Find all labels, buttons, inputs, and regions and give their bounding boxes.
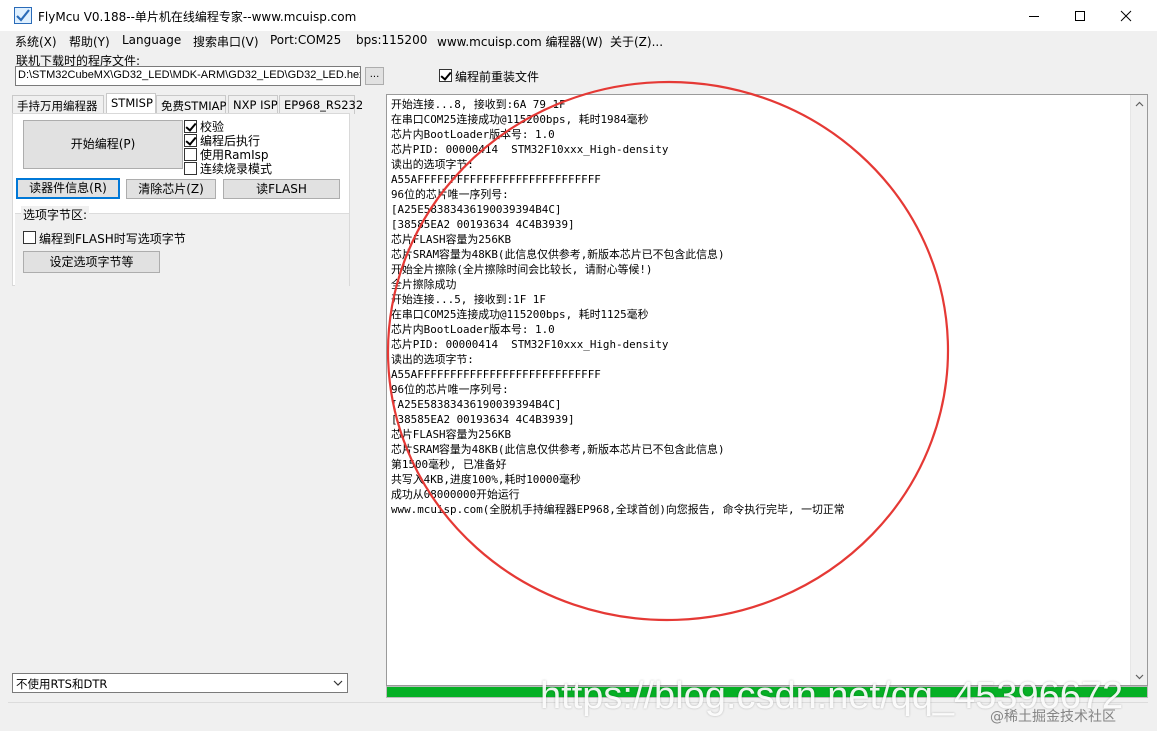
menu-port[interactable]: Port:COM25 [270,33,341,47]
log-output[interactable]: 开始连接...8, 接收到:6A 79 1F 在串口COM25连接成功@11520… [386,94,1148,686]
rts-dtr-select[interactable]: 不使用RTS和DTR [12,673,348,693]
continuous-mode-label: 连续烧录模式 [200,162,273,176]
log-line: 读出的选项字节: [391,353,474,366]
tab-nxp-isp[interactable]: NXP ISP [228,95,278,114]
title-bar: FlyMcu V0.188--单片机在线编程专家--www.mcuisp.com [0,0,1157,31]
log-line: A55AFFFFFFFFFFFFFFFFFFFFFFFFFFFF [391,368,601,381]
flymcu-window: FlyMcu V0.188--单片机在线编程专家--www.mcuisp.com… [0,0,1157,731]
minimize-icon [1029,15,1039,17]
scroll-down-icon[interactable] [1131,668,1147,685]
chevron-down-icon [330,675,346,691]
log-line: 在串口COM25连接成功@115200bps, 耗时1125毫秒 [391,308,649,321]
menu-help[interactable]: 帮助(Y) [69,33,110,50]
menu-search-port[interactable]: 搜索串口(V) [193,33,259,50]
use-ramisp-checkbox[interactable] [184,148,197,161]
tab-handheld-programmer[interactable]: 手持万用编程器 [12,95,104,114]
menu-language[interactable]: Language [122,33,181,47]
rts-dtr-select-value: 不使用RTS和DTR [16,677,108,691]
log-line: 芯片PID: 00000414 STM32F10xxx_High-density [391,143,669,156]
maximize-icon [1075,10,1085,21]
watermark-secondary-text: @稀土掘金技术社区 [990,709,1116,725]
maximize-button[interactable] [1057,0,1103,31]
log-line: www.mcuisp.com(全脱机手持编程器EP968,全球首创)向您报告, … [391,503,845,516]
log-line: [A25E58383436190039394B4C] [391,398,562,411]
write-option-bytes-checkbox[interactable] [23,231,36,244]
window-title: FlyMcu V0.188--单片机在线编程专家--www.mcuisp.com [38,10,357,24]
log-line: 芯片内BootLoader版本号: 1.0 [391,323,555,336]
reload-file-checkbox[interactable] [439,69,452,82]
log-line: 全片擦除成功 [391,278,457,291]
log-line: 开始连接...8, 接收到:6A 79 1F [391,98,566,111]
log-line: 芯片PID: 00000414 STM32F10xxx_High-density [391,338,669,351]
erase-chip-button[interactable]: 清除芯片(Z) [126,179,216,199]
log-line: 芯片内BootLoader版本号: 1.0 [391,128,555,141]
read-flash-button[interactable]: 读FLASH [223,179,340,199]
continuous-mode-checkbox[interactable] [184,162,197,175]
log-line: A55AFFFFFFFFFFFFFFFFFFFFFFFFFFFF [391,173,601,186]
log-line: 读出的选项字节: [391,158,474,171]
read-device-info-button[interactable]: 读器件信息(R) [16,178,120,199]
reload-file-label: 编程前重装文件 [455,70,540,84]
log-line: 成功从08000000开始运行 [391,488,520,501]
log-line: 96位的芯片唯一序列号: [391,383,509,396]
log-line: 在串口COM25连接成功@115200bps, 耗时1984毫秒 [391,113,649,126]
run-after-program-checkbox[interactable] [184,134,197,147]
program-file-input[interactable]: D:\STM32CubeMX\GD32_LED\MDK-ARM\GD32_LED… [15,66,361,86]
log-line: 芯片FLASH容量为256KB [391,428,512,441]
set-option-bytes-button[interactable]: 设定选项字节等 [23,251,160,273]
log-line: [38585EA2 00193634 4C4B3939] [391,413,575,426]
log-line: 芯片FLASH容量为256KB [391,233,512,246]
minimize-button[interactable] [1011,0,1057,31]
menu-programmer[interactable]: www.mcuisp.com 编程器(W) [437,33,603,50]
log-line: 第1500毫秒, 已准备好 [391,458,507,471]
option-bytes-group-body: 编程到FLASH时写选项字节 设定选项字节等 [15,214,349,286]
tab-ep968-rs232[interactable]: EP968_RS232 [279,95,363,114]
log-line: [A25E58383436190039394B4C] [391,203,562,216]
tab-free-stmiap[interactable]: 免费STMIAP [156,95,226,114]
tab-stmisp[interactable]: STMISP [106,93,156,114]
close-button[interactable] [1103,0,1149,31]
start-program-button[interactable]: 开始编程(P) [23,120,183,169]
option-bytes-group: 编程到FLASH时写选项字节 设定选项字节等 选项字节区: [15,206,349,286]
option-bytes-group-label: 选项字节区: [21,206,90,223]
write-option-bytes-label: 编程到FLASH时写选项字节 [39,232,186,246]
menu-bar: 系统(X) 帮助(Y) Language 搜索串口(V) Port:COM25 … [0,31,1157,51]
menu-about[interactable]: 关于(Z)... [610,33,663,50]
browse-button[interactable]: ... [365,67,384,85]
log-line: 96位的芯片唯一序列号: [391,188,509,201]
stmisp-panel: 开始编程(P) 校验 编程后执行 使用RamIsp 连续烧录模式 读器件信息(R… [12,113,350,286]
scroll-up-icon[interactable] [1131,95,1147,112]
verify-checkbox[interactable] [184,120,197,133]
log-line: 共写入4KB,进度100%,耗时10000毫秒 [391,473,581,486]
log-line: 开始连接...5, 接收到:1F 1F [391,293,546,306]
log-line: [38585EA2 00193634 4C4B3939] [391,218,575,231]
log-line: 芯片SRAM容量为48KB(此信息仅供参考,新版本芯片已不包含此信息) [391,248,725,261]
log-line: 开始全片擦除(全片擦除时间会比较长, 请耐心等候!) [391,263,653,276]
close-icon [1120,10,1132,21]
menu-system[interactable]: 系统(X) [15,33,57,50]
log-scrollbar[interactable] [1130,95,1147,685]
flymcu-app-icon [14,7,32,24]
menu-bps[interactable]: bps:115200 [356,33,427,47]
log-lines: 开始连接...8, 接收到:6A 79 1F 在串口COM25连接成功@11520… [391,97,845,517]
log-line: 芯片SRAM容量为48KB(此信息仅供参考,新版本芯片已不包含此信息) [391,443,725,456]
